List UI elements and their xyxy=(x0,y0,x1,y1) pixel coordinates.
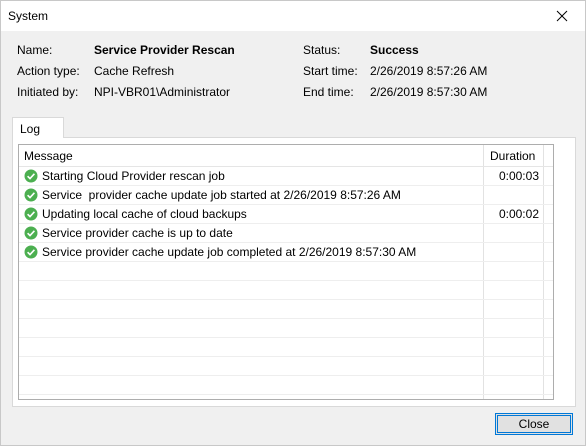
action-type-label: Action type: xyxy=(17,64,80,78)
empty-row xyxy=(19,376,553,395)
log-grid[interactable]: Message Duration Starting Cloud Provider… xyxy=(18,144,554,400)
empty-row xyxy=(19,338,553,357)
log-row[interactable]: Service provider cache update job comple… xyxy=(19,243,553,262)
empty-row xyxy=(19,262,553,281)
empty-row xyxy=(19,357,553,376)
tab-log-label: Log xyxy=(20,122,41,136)
title-bar: System xyxy=(1,1,585,31)
column-header-message[interactable]: Message xyxy=(24,149,73,163)
empty-row xyxy=(19,281,553,300)
focus-ring xyxy=(497,415,571,433)
log-tab-panel: Message Duration Starting Cloud Provider… xyxy=(12,137,576,407)
log-row[interactable]: Service provider cache is up to date xyxy=(19,224,553,243)
status-value: Success xyxy=(370,43,419,57)
log-message: Starting Cloud Provider rescan job xyxy=(42,169,225,183)
initiated-by-value: NPI-VBR01\Administrator xyxy=(94,85,231,99)
success-check-icon xyxy=(24,226,38,240)
name-value: Service Provider Rescan xyxy=(94,43,235,57)
log-message: Service provider cache update job comple… xyxy=(42,245,417,259)
close-icon xyxy=(556,10,568,22)
window-title: System xyxy=(8,9,49,23)
log-message: Service provider cache update job starte… xyxy=(42,188,401,202)
log-row[interactable]: Service provider cache update job starte… xyxy=(19,186,553,205)
log-message: Updating local cache of cloud backups xyxy=(42,207,247,221)
success-check-icon xyxy=(24,207,38,221)
start-time-value: 2/26/2019 8:57:26 AM xyxy=(370,64,488,78)
log-row[interactable]: Updating local cache of cloud backups 0:… xyxy=(19,205,553,224)
action-type-value: Cache Refresh xyxy=(94,64,175,78)
empty-row xyxy=(19,300,553,319)
close-button[interactable]: Close xyxy=(495,413,573,435)
start-time-label: Start time: xyxy=(303,64,358,78)
status-label: Status: xyxy=(303,43,341,57)
empty-row xyxy=(19,319,553,338)
name-label: Name: xyxy=(17,43,53,57)
log-header: Message Duration xyxy=(19,145,553,167)
success-check-icon xyxy=(24,169,38,183)
initiated-by-label: Initiated by: xyxy=(17,85,79,99)
system-dialog: System Name: Service Provider Rescan Act… xyxy=(0,0,586,446)
column-header-duration[interactable]: Duration xyxy=(490,149,535,163)
success-check-icon xyxy=(24,245,38,259)
log-duration: 0:00:03 xyxy=(498,169,539,183)
success-check-icon xyxy=(24,188,38,202)
end-time-label: End time: xyxy=(303,85,354,99)
session-info: Name: Service Provider Rescan Action typ… xyxy=(1,43,585,107)
log-duration: 0:00:02 xyxy=(498,207,539,221)
window-close-button[interactable] xyxy=(539,1,585,31)
log-row[interactable]: Starting Cloud Provider rescan job 0:00:… xyxy=(19,167,553,186)
end-time-value: 2/26/2019 8:57:30 AM xyxy=(370,85,488,99)
log-message: Service provider cache is up to date xyxy=(42,226,233,240)
tab-log[interactable]: Log xyxy=(12,117,64,138)
